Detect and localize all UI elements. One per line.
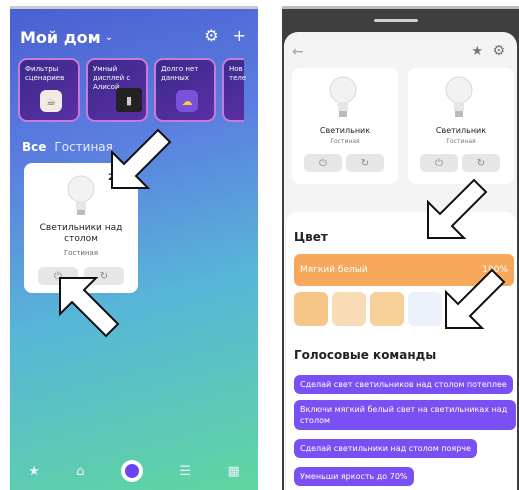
- room-tabs: Все Гостиная: [22, 140, 113, 154]
- chevron-down-icon: ⌄: [104, 32, 114, 43]
- bottom-navigation: ★ ⌂ ☰ ▦: [10, 460, 258, 482]
- home-title: Мой дом: [20, 28, 101, 47]
- coffee-cup-icon: ☕: [40, 90, 62, 112]
- top-edge: [10, 6, 258, 9]
- home-selector[interactable]: Мой дом ⌄: [20, 28, 113, 47]
- power-button[interactable]: ⏻: [420, 154, 458, 172]
- scenario-label: Долго нет данных: [161, 65, 199, 82]
- refresh-icon: ↻: [360, 157, 370, 169]
- pointer-arrow-icon: [111, 128, 172, 189]
- lamp-room: Гостиная: [446, 138, 476, 145]
- color-swatch[interactable]: [332, 292, 366, 326]
- scenario-card-new[interactable]: Нов теле: [222, 58, 247, 122]
- voice-commands-title: Голосовые команды: [294, 348, 437, 362]
- display-icon: ▮: [116, 88, 142, 112]
- lamp-controls: ⏻ ↻: [304, 154, 384, 172]
- home-screen: Мой дом ⌄ ⚙ + Фильтры сценариев ☕ Умный …: [10, 6, 258, 490]
- lamp-controls: ⏻ ↻: [420, 154, 500, 172]
- gear-icon[interactable]: ⚙: [492, 43, 505, 59]
- voice-command-chip[interactable]: Уменьши яркость до 70%: [294, 467, 414, 486]
- pointer-arrow-icon: [445, 268, 506, 329]
- star-icon[interactable]: ★: [471, 44, 483, 59]
- home-icon[interactable]: ⌂: [76, 464, 84, 479]
- cloud-icon: ☁: [176, 90, 198, 112]
- star-icon[interactable]: ★: [28, 464, 40, 479]
- voice-command-chip[interactable]: Сделай светильники над столом поярче: [294, 439, 477, 458]
- power-icon: ⏻: [435, 157, 443, 169]
- device-name: Светильники над столом: [39, 223, 123, 244]
- pointer-arrow-icon: [427, 178, 488, 239]
- plus-icon[interactable]: +: [233, 26, 246, 45]
- power-icon: ⏻: [319, 157, 327, 169]
- lamp-name: Светильник: [319, 126, 371, 135]
- voice-command-chip[interactable]: Включи мягкий белый свет на светильниках…: [294, 400, 516, 430]
- lamp-card[interactable]: Светильник Гостиная ⏻ ↻: [408, 68, 514, 184]
- color-swatch[interactable]: [408, 292, 442, 326]
- detail-sheet: ← ★ ⚙ Светильник Гостиная ⏻ ↻ Светильник…: [284, 32, 517, 490]
- color-section-title: Цвет: [294, 230, 328, 244]
- bulb-icon: [445, 76, 473, 117]
- scenario-label: Нов теле: [229, 65, 247, 82]
- lamp-cards: Светильник Гостиная ⏻ ↻ Светильник Гости…: [292, 68, 514, 184]
- color-swatches: [294, 292, 442, 326]
- back-arrow-icon[interactable]: ←: [292, 44, 304, 60]
- settings-panel: Цвет Мягкий белый 100% Голосовые команды…: [286, 212, 517, 490]
- scenario-card-filters[interactable]: Фильтры сценариев ☕: [18, 58, 80, 122]
- screenshot: Мой дом ⌄ ⚙ + Фильтры сценариев ☕ Умный …: [0, 0, 519, 490]
- device-detail-screen: ← ★ ⚙ Светильник Гостиная ⏻ ↻ Светильник…: [282, 6, 519, 490]
- lamp-name: Светильник: [435, 126, 487, 135]
- color-swatch[interactable]: [370, 292, 404, 326]
- remote-icon[interactable]: ☰: [179, 464, 191, 479]
- bulb-icon: [67, 175, 95, 215]
- voice-command-chip[interactable]: Сделай свет светильников над столом поте…: [294, 375, 513, 394]
- color-swatch[interactable]: [294, 292, 328, 326]
- alice-icon[interactable]: [120, 460, 143, 482]
- sheet-handle[interactable]: [374, 19, 418, 22]
- reset-button[interactable]: ↻: [462, 154, 500, 172]
- scenario-card-display[interactable]: Умный дисплей с Алисой ▮: [86, 58, 148, 122]
- lamp-room: Гостиная: [330, 138, 360, 145]
- bulb-icon: [329, 76, 357, 117]
- power-button[interactable]: ⏻: [304, 154, 342, 172]
- color-name: Мягкий белый: [300, 265, 368, 275]
- alice-dot: [124, 464, 139, 478]
- refresh-icon: ↻: [476, 157, 486, 169]
- device-room: Гостиная: [63, 249, 99, 257]
- top-edge: [282, 6, 519, 9]
- grid-icon[interactable]: ▦: [227, 464, 239, 479]
- header-actions: ⚙ +: [204, 26, 246, 45]
- pointer-arrow-icon: [59, 277, 120, 338]
- tab-all[interactable]: Все: [22, 140, 46, 154]
- reset-button[interactable]: ↻: [346, 154, 384, 172]
- scenario-label: Фильтры сценариев: [25, 65, 65, 82]
- gear-icon[interactable]: ⚙: [204, 26, 218, 45]
- scenario-row: Фильтры сценариев ☕ Умный дисплей с Алис…: [18, 58, 247, 122]
- voice-commands-list: Сделай свет светильников над столом поте…: [294, 372, 516, 490]
- scenario-card-no-data[interactable]: Долго нет данных ☁: [154, 58, 216, 122]
- tab-living-room[interactable]: Гостиная: [54, 140, 112, 154]
- lamp-card[interactable]: Светильник Гостиная ⏻ ↻: [292, 68, 398, 184]
